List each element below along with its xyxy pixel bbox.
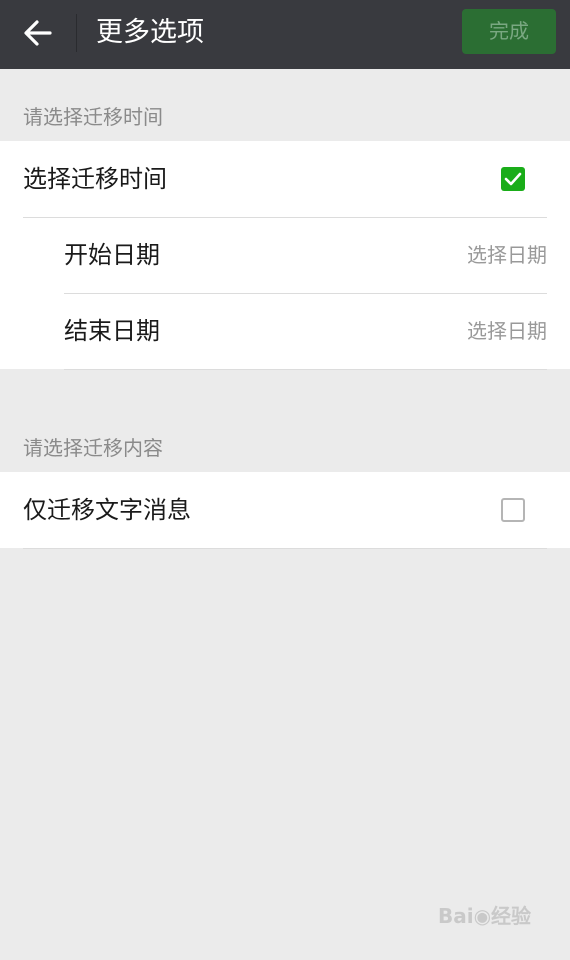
done-button[interactable]: 完成 — [462, 9, 556, 54]
select-migration-time-checkbox[interactable] — [501, 167, 525, 191]
migration-time-card: 选择迁移时间 开始日期 选择日期 结束日期 选择日期 — [0, 141, 570, 370]
back-button[interactable] — [14, 10, 62, 56]
start-date-label: 开始日期 — [64, 241, 160, 269]
start-date-value: 选择日期 — [467, 243, 547, 267]
text-only-row[interactable]: 仅迁移文字消息 — [23, 472, 547, 549]
page-title: 更多选项 — [96, 17, 204, 48]
arrow-left-icon — [24, 20, 52, 46]
section-header-migration-content: 请选择迁移内容 — [23, 436, 163, 460]
text-only-checkbox[interactable] — [501, 498, 525, 522]
checkmark-icon — [504, 172, 522, 186]
end-date-value: 选择日期 — [467, 319, 547, 343]
title-bar: 更多选项 完成 — [0, 0, 570, 69]
text-only-label: 仅迁移文字消息 — [23, 496, 191, 524]
title-divider — [76, 14, 77, 52]
select-migration-time-label: 选择迁移时间 — [23, 165, 167, 193]
end-date-label: 结束日期 — [64, 317, 160, 345]
section-header-migration-time: 请选择迁移时间 — [23, 105, 163, 129]
select-migration-time-row[interactable]: 选择迁移时间 — [23, 141, 547, 218]
watermark-logo: Bai◉经验 — [438, 904, 532, 928]
start-date-row[interactable]: 开始日期 选择日期 — [64, 217, 547, 294]
migration-content-card: 仅迁移文字消息 — [0, 472, 570, 549]
end-date-row[interactable]: 结束日期 选择日期 — [64, 293, 547, 370]
